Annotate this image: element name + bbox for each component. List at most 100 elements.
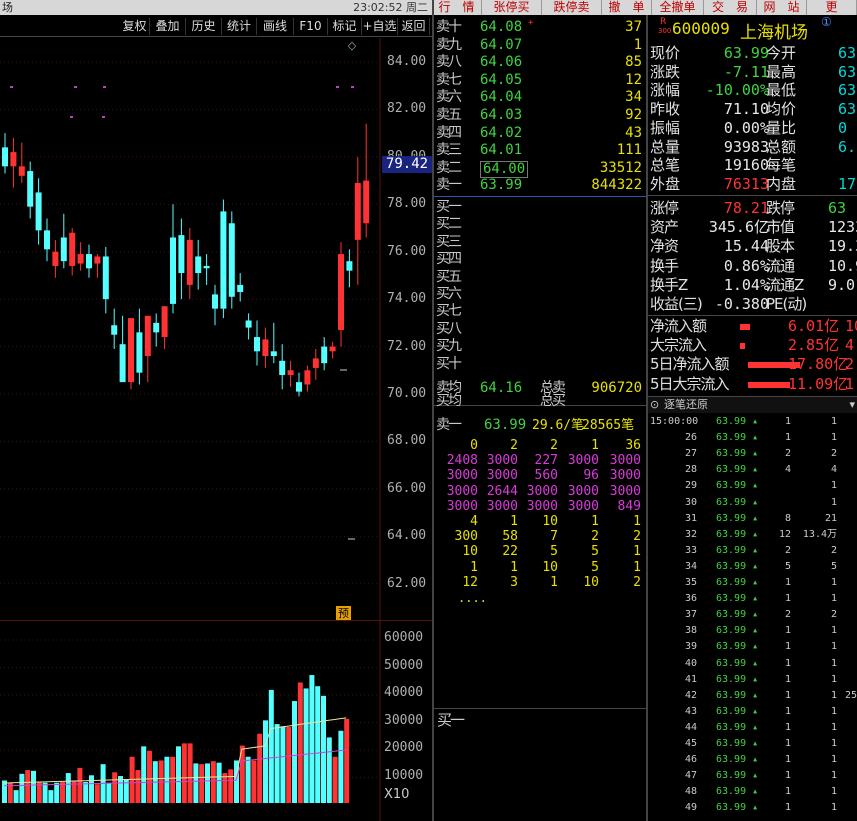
forecast-badge[interactable]: 预 <box>336 606 351 621</box>
up-mark: + <box>528 18 534 28</box>
ask-row[interactable]: 卖三 64.01 111 <box>434 143 646 158</box>
kline-chart[interactable] <box>0 38 432 821</box>
tick-row: 34 63.99 ▴ 5 5 <box>648 559 857 575</box>
bid-row[interactable]: 买一 <box>434 200 646 215</box>
ask-row[interactable]: 卖四 64.02 43 <box>434 125 646 141</box>
tick-price: 63.99 ▴ <box>716 464 759 476</box>
volume-bar <box>280 726 286 803</box>
trade-toolbar: 行 情张停买 跌停卖撤 单全撤单交 易网 站更 <box>432 0 857 15</box>
dropdown-icon[interactable]: ▾ <box>849 397 855 413</box>
ask-row[interactable]: 卖七 64.05 12 <box>434 71 646 88</box>
quote-value: -10.00% <box>705 81 769 100</box>
queue-avg-size: 29.6/笔 <box>532 418 585 433</box>
tick-volume: 1 <box>784 641 791 653</box>
trade-button-5[interactable]: 交 易 <box>704 0 757 15</box>
tick-row: 43 63.99 ▴ 1 1 <box>648 704 857 720</box>
queue-cell: 3000 <box>609 453 641 469</box>
diamond-icon[interactable]: ◇ <box>346 40 358 52</box>
bid-row[interactable]: 买二 <box>434 217 646 232</box>
trade-button-0[interactable]: 行 情 <box>432 0 482 15</box>
trade-button-2[interactable]: 跌停卖 <box>542 0 602 15</box>
tick-price: 63.99 ▴ <box>716 480 759 492</box>
tick-volume: 1 <box>784 754 791 766</box>
bid-row[interactable]: 买十 <box>434 356 646 372</box>
tick-header[interactable]: ⊙ 逐笔还原 ▾ <box>648 397 857 413</box>
ask-row[interactable]: 卖八 64.06 85 <box>434 55 646 70</box>
candle-body <box>304 370 311 385</box>
toolbar-button-0[interactable]: 复权 <box>120 18 150 35</box>
queue-cell: 3000 <box>567 483 599 499</box>
volume-tick: 10000 <box>384 767 424 783</box>
tick-volume: 4 <box>784 464 791 476</box>
trade-button-4[interactable]: 全撤单 <box>652 0 704 15</box>
toolbar-button-2[interactable]: 历史 <box>186 18 222 35</box>
queue-cell: 3000 <box>609 483 641 499</box>
quote-value: 345.6亿 <box>708 218 769 237</box>
flow-label: 5日大宗流入 <box>650 374 730 393</box>
signal-dot <box>351 86 354 88</box>
tick-orders: 1 <box>830 754 837 766</box>
ask-row[interactable]: 卖五 64.03 92 <box>434 108 646 123</box>
volume-bar <box>245 756 251 803</box>
quote-row: 涨跌 -7.11 最高 63 <box>648 63 857 82</box>
ask-row[interactable]: 卖一 63.99 844322 <box>434 178 646 193</box>
tick-orders: 1 <box>830 625 837 637</box>
candle-body <box>203 265 210 269</box>
flow-row: 5日净流入额 17.80亿 2 <box>648 355 857 374</box>
trade-button-7[interactable]: 更 <box>807 0 857 15</box>
ask-row[interactable]: 卖六 64.04 34 <box>434 90 646 105</box>
toolbar-button-7[interactable]: +自选 <box>362 18 398 35</box>
candle-body <box>270 351 277 357</box>
quote-value: 19.3 <box>828 237 857 256</box>
tick-row: 37 63.99 ▴ 2 2 <box>648 607 857 623</box>
tick-row: 40 63.99 ▴ 1 1 <box>648 656 857 672</box>
toolbar-button-1[interactable]: 叠加 <box>150 18 186 35</box>
info-icon[interactable]: ① <box>821 15 832 29</box>
ask-volume: 12 <box>625 71 642 88</box>
ask-row[interactable]: 卖九 64.07 1 <box>434 37 646 53</box>
volume-bar <box>164 756 170 803</box>
bid-row[interactable]: 买六 <box>434 287 646 302</box>
trade-button-3[interactable]: 撤 单 <box>602 0 652 15</box>
ask-row[interactable]: 卖二 64.00 33512 <box>434 160 646 178</box>
volume-bar <box>303 688 309 803</box>
toolbar-button-8[interactable]: 返回 <box>398 18 430 35</box>
volume-bar <box>263 720 268 803</box>
volume-bar <box>309 675 315 803</box>
tick-orders: 1 <box>830 641 837 653</box>
bid-row[interactable]: 买七 <box>434 304 646 319</box>
quote-value: 176 <box>838 174 857 193</box>
candle-body <box>321 346 328 364</box>
toolbar-button-4[interactable]: 画线 <box>257 18 294 35</box>
toolbar-button-5[interactable]: F10 <box>294 18 328 35</box>
tick-price: 63.99 ▴ <box>716 528 759 540</box>
quote-value: 15.44 <box>723 237 769 256</box>
tick-row: 44 63.99 ▴ 1 1 <box>648 720 857 736</box>
flow-label: 净流入额 <box>650 317 707 335</box>
candle-body <box>178 235 185 274</box>
ask-volume: 844322 <box>591 177 642 194</box>
ask-row[interactable]: 卖十 64.08 +37 <box>434 18 646 35</box>
bid-row[interactable]: 买四 <box>434 252 646 267</box>
ask-label: 卖五 <box>436 107 462 123</box>
trade-button-1[interactable]: 张停买 <box>482 0 542 15</box>
bid-row[interactable]: 买三 <box>434 234 646 250</box>
bid-label: 买六 <box>436 286 462 302</box>
clock-label: 23:02:52 周二 <box>353 1 428 14</box>
chart-toolbar: 复权 叠加 历史 统计 画线 F10 标记 +自选 返回 <box>0 15 432 37</box>
total-buy-label: 总买 <box>540 393 566 409</box>
bid-row[interactable]: 买九 <box>434 339 646 354</box>
trade-button-6[interactable]: 网 站 <box>757 0 807 15</box>
candle-body <box>338 254 344 330</box>
tick-time: 30 <box>684 496 697 508</box>
candle-body <box>2 147 8 167</box>
stock-header[interactable]: R 300 600009 上海机场 ① <box>648 15 857 43</box>
bid-row[interactable]: 买五 <box>434 269 646 285</box>
ask-label: 卖十 <box>436 19 462 35</box>
tick-extra: 25 <box>844 689 857 701</box>
collapse-icon[interactable]: ⊙ <box>650 397 659 413</box>
toolbar-button-3[interactable]: 统计 <box>222 18 257 35</box>
tick-time: 47 <box>684 770 697 782</box>
bid-row[interactable]: 买八 <box>434 321 646 337</box>
toolbar-button-6[interactable]: 标记 <box>328 18 362 35</box>
